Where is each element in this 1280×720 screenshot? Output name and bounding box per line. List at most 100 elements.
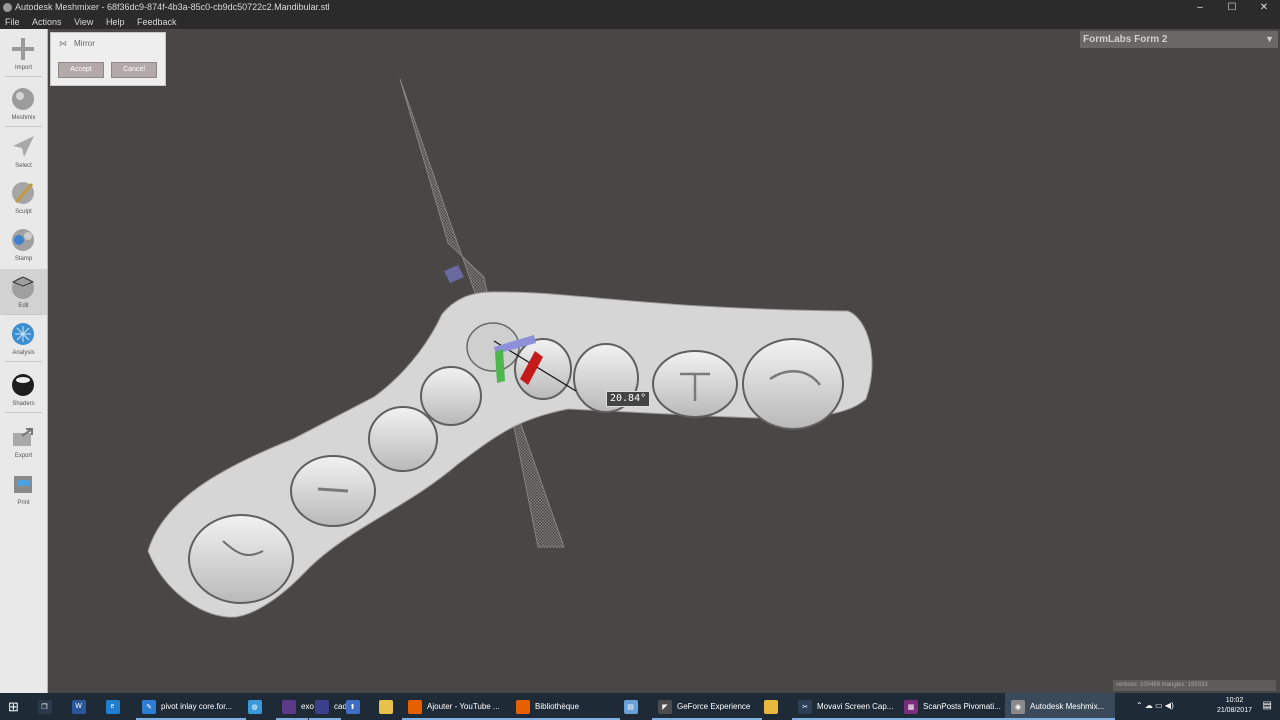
cad-icon <box>315 699 329 714</box>
plus-icon <box>10 36 36 62</box>
exo-icon <box>282 699 296 714</box>
clock-time: 10:02 <box>1225 697 1244 704</box>
app-icon: ✎ <box>142 699 156 714</box>
close-button[interactable]: ✕ <box>1248 0 1280 15</box>
tool-stamp[interactable]: Stamp <box>0 222 47 268</box>
taskbar-item[interactable]: ◤ GeForce Experience <box>652 693 762 720</box>
tool-meshmix[interactable]: Meshmix <box>0 81 47 127</box>
menu-file[interactable]: File <box>0 15 25 29</box>
mesh-stats: vertices: 100489 triangles: 199333 <box>1113 680 1276 691</box>
taskbar-item[interactable]: ▤ <box>620 693 646 720</box>
taskbar-item[interactable]: ⬆ <box>342 693 368 720</box>
app-icon: ▤ <box>623 699 638 714</box>
left-toolbar: Import Meshmix Select Sculpt Stamp Edit … <box>0 29 48 693</box>
analysis-sphere-icon <box>10 321 36 347</box>
tool-label: Import <box>14 65 32 71</box>
taskbar-item[interactable] <box>375 693 401 720</box>
sculpt-brush-icon <box>10 180 36 206</box>
meshmixer-icon <box>3 3 12 12</box>
menu-actions[interactable]: Actions <box>27 15 67 29</box>
mirror-panel: ⋈ Mirror Accept Cancel <box>50 32 166 86</box>
taskbar-item-label: GeForce Experience <box>677 702 751 711</box>
folder-icon <box>763 699 778 714</box>
taskbar-item[interactable] <box>760 693 786 720</box>
edit-sphere-icon <box>10 274 36 300</box>
mirror-panel-header: ⋈ Mirror <box>59 39 95 48</box>
menu-feedback[interactable]: Feedback <box>132 15 182 29</box>
angle-readout: 20.84° <box>606 391 651 407</box>
tool-select[interactable]: Select <box>0 129 47 175</box>
select-arrow-icon <box>10 134 36 160</box>
export-icon <box>10 424 36 450</box>
tool-label: Meshmix <box>11 115 36 121</box>
mirror-panel-title: Mirror <box>74 39 95 48</box>
taskbar-item-label: pivot inlay core.for... <box>161 702 233 711</box>
tool-label: Shaders <box>12 401 35 407</box>
taskbar-item-label: Autodesk Meshmix... <box>1030 702 1105 711</box>
windows-icon: ⊞ <box>8 698 19 714</box>
upload-icon: ⬆ <box>345 699 360 714</box>
taskbar-item[interactable]: e <box>102 693 128 720</box>
taskbar-item[interactable]: Ajouter - YouTube ... <box>402 693 512 720</box>
taskbar-item[interactable]: ✎ pivot inlay core.for... <box>136 693 246 720</box>
printer-name: FormLabs Form 2 <box>1083 34 1168 45</box>
maximize-button[interactable]: ☐ <box>1216 0 1248 15</box>
taskbar-item[interactable]: W <box>68 693 94 720</box>
app-icon: ◍ <box>247 699 262 714</box>
clock-date: 21/08/2017 <box>1216 707 1252 714</box>
tool-label: Edit <box>18 303 29 309</box>
tool-label: Export <box>14 453 33 459</box>
taskbar-item[interactable]: Bibliothèque <box>510 693 620 720</box>
tool-print[interactable]: Print <box>0 466 47 512</box>
tool-shaders[interactable]: Shaders <box>0 367 47 413</box>
taskbar-item[interactable]: cad <box>309 693 347 720</box>
taskbar-item[interactable]: ✂ Movavi Screen Cap... <box>792 693 902 720</box>
taskbar-item[interactable]: ▦ ScanPosts Pivomati... <box>898 693 1008 720</box>
taskbar: ⊞ ❐ We ✎ pivot inlay core.for... ◍ exo cad ⬆ Ajo… <box>0 693 1280 720</box>
stamp-icon <box>10 227 36 253</box>
taskbar-item-label: Bibliothèque <box>535 702 580 711</box>
shader-ball-icon <box>10 372 36 398</box>
tool-label: Analysis <box>12 350 35 356</box>
3d-viewport[interactable] <box>48 29 1280 693</box>
tool-sculpt[interactable]: Sculpt <box>0 175 47 221</box>
tool-edit[interactable]: Edit <box>0 269 47 315</box>
taskbar-item[interactable]: ◉ Autodesk Meshmix... <box>1005 693 1115 720</box>
meshmixer-icon: ◉ <box>1011 699 1025 714</box>
geforce-icon: ◤ <box>658 699 672 714</box>
window-controls: – ☐ ✕ <box>1184 0 1280 15</box>
title-bar: Autodesk Meshmixer - 68f36dc9-874f-4b3a-… <box>0 0 1280 15</box>
chevron-down-icon: ▼ <box>1265 34 1274 44</box>
taskbar-item-label: ScanPosts Pivomati... <box>923 702 1001 711</box>
cancel-button[interactable]: Cancel <box>111 62 157 78</box>
tool-analysis[interactable]: Analysis <box>0 316 47 362</box>
mirror-icon: ⋈ <box>59 39 67 48</box>
tray-icons[interactable]: ⌃ ☁ ▭ ◀) <box>1136 701 1174 710</box>
taskbar-item[interactable]: ❐ <box>34 693 60 720</box>
minimize-button[interactable]: – <box>1184 0 1216 15</box>
notifications-icon[interactable]: ▤ <box>1263 700 1272 711</box>
menu-help[interactable]: Help <box>101 15 130 29</box>
firefox-icon <box>408 699 422 714</box>
taskbar-item-label: Ajouter - YouTube ... <box>427 702 500 711</box>
tool-label: Stamp <box>14 256 33 262</box>
menu-bar: File Actions View Help Feedback <box>0 15 1280 29</box>
tool-label: Select <box>15 163 32 169</box>
tool-import[interactable]: Import <box>0 31 47 77</box>
window-title: Autodesk Meshmixer - 68f36dc9-874f-4b3a-… <box>15 2 330 12</box>
app-icon: ▦ <box>904 699 918 714</box>
clock[interactable]: 10:02 21/08/2017 <box>1217 696 1252 716</box>
meshmix-sphere-icon <box>10 86 36 112</box>
start-button[interactable]: ⊞ <box>8 693 19 720</box>
system-tray: ⌃ ☁ ▭ ◀) 10:02 21/08/2017 ▤ <box>1130 693 1280 720</box>
tool-export[interactable]: Export <box>0 419 47 465</box>
printer-dropdown[interactable]: FormLabs Form 2 ▼ <box>1080 31 1278 48</box>
tool-label: Print <box>17 500 30 506</box>
taskbar-item-label: Movavi Screen Cap... <box>817 702 894 711</box>
task-view-icon: ❐ <box>37 699 52 714</box>
menu-view[interactable]: View <box>69 15 98 29</box>
notes-icon <box>378 699 393 714</box>
taskbar-item[interactable]: ◍ <box>244 693 270 720</box>
accept-button[interactable]: Accept <box>58 62 104 78</box>
taskbar-item[interactable]: exo <box>276 693 314 720</box>
